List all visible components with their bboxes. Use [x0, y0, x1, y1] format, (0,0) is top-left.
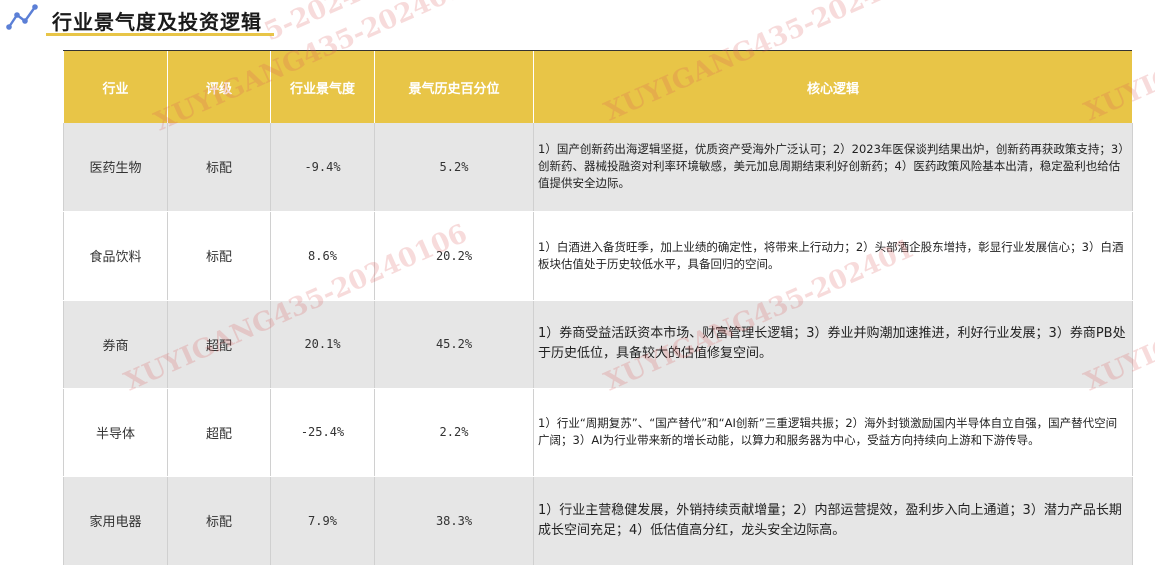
title-underline: [46, 33, 274, 36]
industry-cell: 医药生物: [63, 123, 168, 212]
percentile-cell: 45.2%: [374, 300, 534, 389]
logic-cell: 1）白酒进入备货旺季，加上业绩的确定性，将带来上行动力；2）头部酒企股东增持，彰…: [533, 211, 1133, 301]
prosperity-cell: 20.1%: [270, 300, 375, 389]
industry-cell: 食品饮料: [63, 211, 168, 301]
industry-cell: 券商: [63, 300, 168, 389]
prosperity-cell: 7.9%: [270, 476, 375, 566]
percentile-cell: 5.2%: [374, 123, 534, 212]
title-bar: 行业景气度及投资逻辑: [0, 0, 1155, 40]
industry-table-container: 行业 评级 行业景气度 景气历史百分位 核心逻辑 医药生物 标配 -9.4% 5…: [63, 50, 1133, 566]
column-header-percentile: 景气历史百分位: [374, 51, 534, 123]
percentile-cell: 38.3%: [374, 476, 534, 566]
prosperity-cell: -9.4%: [270, 123, 375, 212]
industry-cell: 半导体: [63, 388, 168, 477]
table-row: 医药生物 标配 -9.4% 5.2% 1）国产创新药出海逻辑坚挺，优质资产受海外…: [63, 123, 1133, 212]
industry-table: 行业 评级 行业景气度 景气历史百分位 核心逻辑 医药生物 标配 -9.4% 5…: [63, 51, 1133, 566]
logic-cell: 1）行业主营稳健发展，外销持续贡献增量；2）内部运营提效，盈利步入向上通道；3）…: [533, 476, 1133, 566]
table-row: 食品饮料 标配 8.6% 20.2% 1）白酒进入备货旺季，加上业绩的确定性，将…: [63, 211, 1133, 301]
rating-cell: 超配: [167, 300, 271, 389]
trend-line-icon: [6, 4, 38, 30]
column-header-prosperity: 行业景气度: [270, 51, 375, 123]
rating-cell: 标配: [167, 211, 271, 301]
rating-cell: 标配: [167, 123, 271, 212]
percentile-cell: 2.2%: [374, 388, 534, 477]
rating-cell: 标配: [167, 476, 271, 566]
table-row: 半导体 超配 -25.4% 2.2% 1）行业“周期复苏”、“国产替代”和“AI…: [63, 388, 1133, 477]
column-header-logic: 核心逻辑: [533, 51, 1133, 123]
table-header-row: 行业 评级 行业景气度 景气历史百分位 核心逻辑: [63, 51, 1133, 123]
page-title: 行业景气度及投资逻辑: [52, 10, 262, 34]
industry-cell: 家用电器: [63, 476, 168, 566]
table-row: 券商 超配 20.1% 45.2% 1）券商受益活跃资本市场、财富管理长逻辑；3…: [63, 300, 1133, 389]
prosperity-cell: -25.4%: [270, 388, 375, 477]
column-header-industry: 行业: [63, 51, 168, 123]
logic-cell: 1）行业“周期复苏”、“国产替代”和“AI创新”三重逻辑共振；2）海外封锁激励国…: [533, 388, 1133, 477]
prosperity-cell: 8.6%: [270, 211, 375, 301]
percentile-cell: 20.2%: [374, 211, 534, 301]
column-header-rating: 评级: [167, 51, 271, 123]
logic-cell: 1）国产创新药出海逻辑坚挺，优质资产受海外广泛认可；2）2023年医保谈判结果出…: [533, 123, 1133, 212]
table-row: 家用电器 标配 7.9% 38.3% 1）行业主营稳健发展，外销持续贡献增量；2…: [63, 476, 1133, 566]
logic-cell: 1）券商受益活跃资本市场、财富管理长逻辑；3）券业并购潮加速推进，利好行业发展；…: [533, 300, 1133, 389]
rating-cell: 超配: [167, 388, 271, 477]
